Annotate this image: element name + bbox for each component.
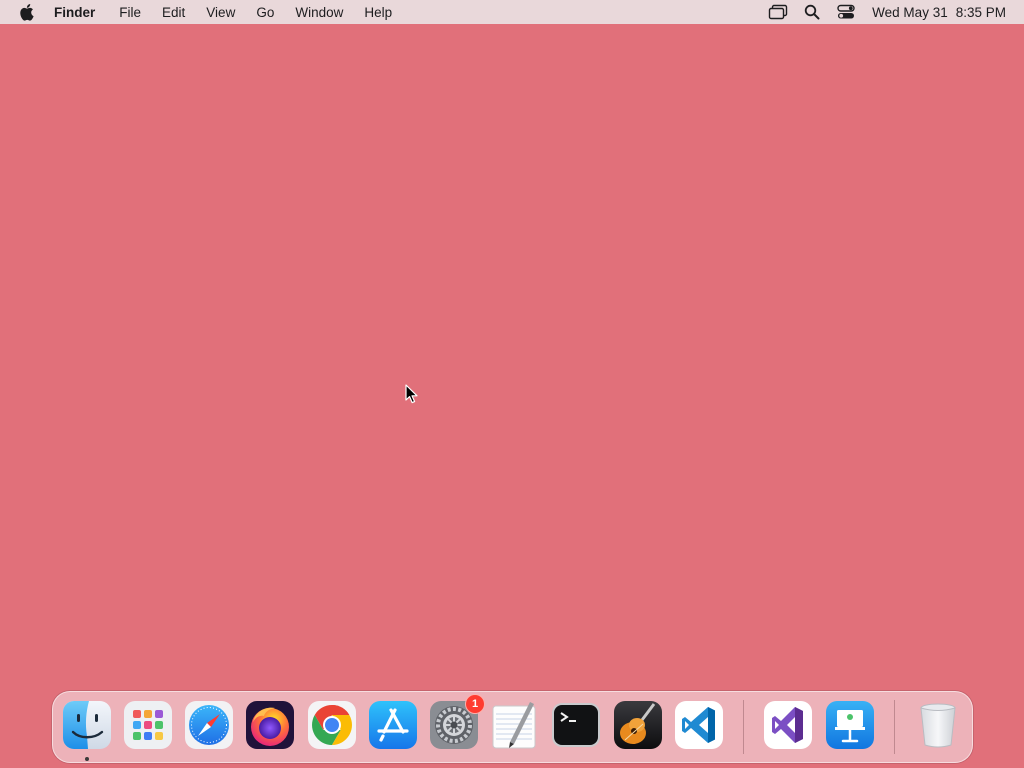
dock-item-chrome[interactable] [307, 700, 357, 750]
dock-item-terminal[interactable] [551, 700, 601, 750]
dock-item-keynote[interactable] [825, 700, 875, 750]
dock-item-garageband[interactable] [613, 700, 663, 750]
apple-logo-icon[interactable] [18, 3, 36, 21]
dock-item-system-preferences[interactable]: 1 [429, 694, 485, 750]
control-center-icon[interactable] [836, 3, 856, 21]
menu-go[interactable]: Go [256, 5, 274, 20]
menu-bar: Finder File Edit View Go Window Help Wed… [0, 0, 1024, 24]
spotlight-search-icon[interactable] [802, 3, 822, 21]
chrome-icon [308, 701, 356, 749]
dock-item-textedit[interactable] [490, 700, 540, 750]
menu-window[interactable]: Window [295, 5, 343, 20]
menu-app-name[interactable]: Finder [54, 5, 95, 20]
vscode-icon [675, 701, 723, 749]
garageband-icon [614, 701, 662, 749]
menu-view[interactable]: View [206, 5, 235, 20]
dock-item-launchpad[interactable] [123, 700, 173, 750]
dock-item-safari[interactable] [184, 700, 234, 750]
dock-item-app-store[interactable] [368, 700, 418, 750]
finder-icon [63, 701, 111, 749]
menu-edit[interactable]: Edit [162, 5, 185, 20]
menu-file[interactable]: File [119, 5, 141, 20]
menu-clock[interactable]: Wed May 31 8:35 PM [872, 5, 1006, 20]
desktop[interactable] [0, 24, 1024, 768]
dock-item-trash[interactable] [913, 700, 963, 750]
finder-running-indicator [85, 757, 89, 761]
dock: 1 [52, 691, 973, 763]
app-store-icon [369, 701, 417, 749]
dock-item-vscode[interactable] [674, 700, 724, 750]
dock-separator [894, 700, 895, 754]
mouse-cursor-icon [405, 384, 419, 404]
launchpad-icon [124, 701, 172, 749]
dock-item-visual-studio[interactable] [763, 700, 813, 750]
notification-badge: 1 [465, 694, 485, 714]
dock-item-finder[interactable] [62, 700, 112, 750]
dock-item-firefox[interactable] [245, 700, 295, 750]
screen-mirroring-icon[interactable] [768, 3, 788, 21]
clock-date: Wed May 31 [872, 4, 948, 20]
terminal-icon [552, 703, 600, 747]
keynote-icon [826, 701, 874, 749]
safari-icon [185, 701, 233, 749]
visual-studio-icon [764, 701, 812, 749]
firefox-icon [246, 701, 294, 749]
trash-icon [920, 703, 956, 748]
menu-help[interactable]: Help [364, 5, 392, 20]
textedit-icon [492, 702, 536, 749]
clock-time: 8:35 PM [955, 4, 1006, 20]
dock-separator [743, 700, 744, 754]
